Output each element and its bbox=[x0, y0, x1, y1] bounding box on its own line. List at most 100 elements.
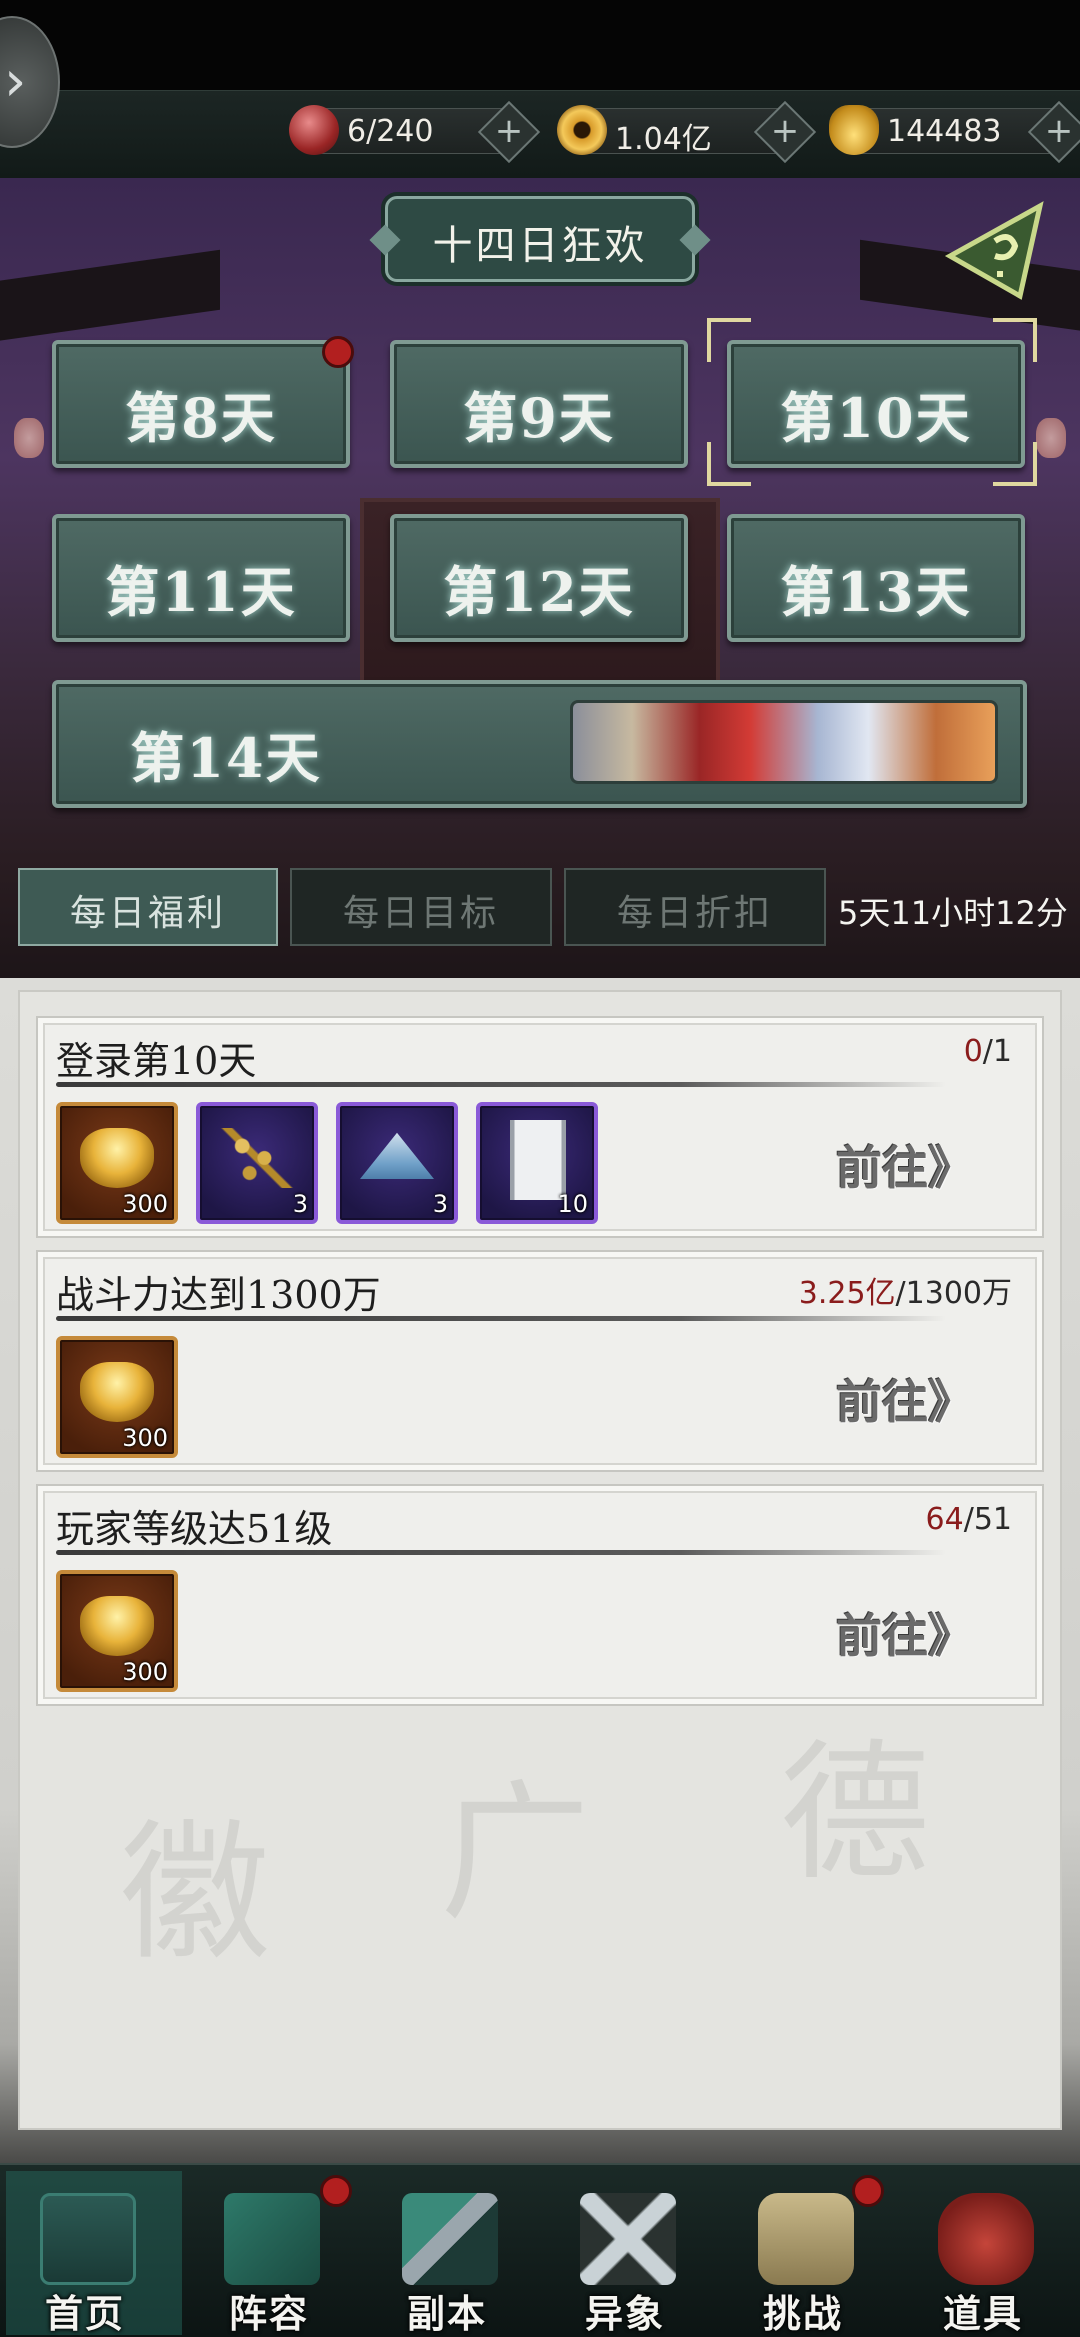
nav-items[interactable]: 道具 bbox=[898, 2165, 1068, 2337]
title-underline bbox=[56, 1082, 946, 1087]
reward-item[interactable]: 300 bbox=[56, 1570, 178, 1692]
background-calligraphy: 广 bbox=[440, 1767, 591, 1941]
day-14-reward-art bbox=[570, 700, 998, 784]
task-progress-current: 0 bbox=[963, 1034, 983, 1069]
item-bag-icon bbox=[938, 2193, 1034, 2285]
guide-icon[interactable] bbox=[940, 196, 1060, 306]
task-title: 玩家等级达51级 bbox=[56, 1507, 333, 1551]
stamina-value: 6/240 bbox=[347, 114, 434, 149]
notification-dot bbox=[322, 336, 354, 368]
day-11-button[interactable]: 第11天 bbox=[52, 514, 350, 642]
home-pavilion-icon bbox=[40, 2193, 136, 2285]
gold-coin-icon bbox=[557, 105, 607, 155]
nav-home[interactable]: 首页 bbox=[0, 2165, 182, 2337]
day-9-button[interactable]: 第9天 bbox=[390, 340, 688, 468]
event-banner: 十四日狂欢 第8天 第9天 第10天 第11天 第12天 第13天 第14天 每… bbox=[0, 178, 1080, 978]
ingot-counter: 144483 + bbox=[829, 100, 1080, 164]
nav-dungeon-label: 副本 bbox=[406, 2291, 487, 2336]
lineup-book-icon bbox=[224, 2193, 320, 2285]
stamina-counter: 6/240 + bbox=[289, 100, 541, 164]
task-progress: 0/1 bbox=[964, 1034, 1012, 1069]
tab-daily-goal-label: 每日目标 bbox=[342, 893, 499, 934]
red-orb-icon bbox=[289, 105, 339, 155]
tab-daily-discount[interactable]: 每日折扣 bbox=[564, 868, 826, 946]
challenge-scroll-icon bbox=[758, 2193, 854, 2285]
reward-quantity: 300 bbox=[122, 1658, 168, 1686]
reward-quantity: 3 bbox=[432, 1190, 448, 1218]
sword-icon bbox=[402, 2193, 498, 2285]
tab-daily-discount-label: 每日折扣 bbox=[616, 893, 773, 934]
task-card: 战斗力达到1300万 3.25亿/1300万 300 前往》 bbox=[36, 1250, 1044, 1472]
goto-button[interactable]: 前往》 bbox=[836, 1600, 976, 1663]
task-progress: 64/51 bbox=[926, 1502, 1012, 1537]
notification-dot bbox=[320, 2175, 352, 2207]
tab-daily-welfare[interactable]: 每日福利 bbox=[18, 868, 278, 946]
nav-challenge-label: 挑战 bbox=[762, 2291, 843, 2336]
nav-anomaly[interactable]: 异象 bbox=[540, 2165, 710, 2337]
event-countdown: 5天11小时12分 bbox=[838, 894, 1068, 932]
nav-home-label: 首页 bbox=[44, 2291, 125, 2336]
coins-value: 1.04亿 bbox=[615, 122, 712, 157]
reward-quantity: 300 bbox=[122, 1424, 168, 1452]
task-progress-current: 64 bbox=[925, 1502, 964, 1537]
bottom-navigation: 首页 阵容 副本 异象 挑战 道具 bbox=[0, 2163, 1080, 2337]
powder-icon bbox=[360, 1132, 434, 1179]
task-progress-total: /1300万 bbox=[895, 1276, 1012, 1311]
reward-quantity: 10 bbox=[557, 1190, 588, 1218]
gold-ingot-icon bbox=[829, 105, 879, 155]
coins-counter: 1.04亿 + bbox=[557, 100, 817, 164]
title-underline bbox=[56, 1550, 946, 1555]
background-roof bbox=[0, 249, 220, 347]
event-title: 十四日狂欢 bbox=[432, 223, 648, 269]
goto-button[interactable]: 前往》 bbox=[836, 1366, 976, 1429]
gold-ingot-icon bbox=[80, 1362, 154, 1422]
day-14-label: 第14天 bbox=[130, 726, 322, 790]
task-title: 战斗力达到1300万 bbox=[56, 1273, 381, 1317]
day-11-label: 第11天 bbox=[105, 560, 297, 624]
task-card: 玩家等级达51级 64/51 300 前往》 bbox=[36, 1484, 1044, 1706]
lantern-decoration bbox=[1036, 418, 1066, 458]
background-calligraphy: 徽 bbox=[120, 1807, 271, 1981]
scroll-icon bbox=[510, 1120, 566, 1200]
task-progress-current: 3.25亿 bbox=[798, 1276, 896, 1311]
day-12-label: 第12天 bbox=[443, 560, 635, 624]
herb-icon bbox=[220, 1128, 294, 1188]
reward-item[interactable]: 3 bbox=[336, 1102, 458, 1224]
day-10-button[interactable]: 第10天 bbox=[727, 340, 1025, 468]
reward-item[interactable]: 10 bbox=[476, 1102, 598, 1224]
task-progress-total: /51 bbox=[963, 1502, 1012, 1537]
gold-ingot-icon bbox=[80, 1596, 154, 1656]
reward-quantity: 3 bbox=[292, 1190, 308, 1218]
day-9-label: 第9天 bbox=[463, 386, 615, 450]
nav-lineup-label: 阵容 bbox=[228, 2291, 309, 2336]
reward-item[interactable]: 300 bbox=[56, 1102, 178, 1224]
task-progress-total: /1 bbox=[982, 1034, 1012, 1069]
nav-items-label: 道具 bbox=[942, 2291, 1023, 2336]
plus-icon: + bbox=[494, 111, 524, 151]
day-12-button[interactable]: 第12天 bbox=[390, 514, 688, 642]
task-card: 登录第10天 0/1 300 3 3 10 前往》 bbox=[36, 1016, 1044, 1238]
task-progress: 3.25亿/1300万 bbox=[799, 1268, 1012, 1312]
title-underline bbox=[56, 1316, 946, 1321]
day-10-label: 第10天 bbox=[780, 386, 972, 450]
nav-dungeon[interactable]: 副本 bbox=[362, 2165, 532, 2337]
reward-item[interactable]: 300 bbox=[56, 1336, 178, 1458]
day-8-button[interactable]: 第8天 bbox=[52, 340, 350, 468]
day-8-label: 第8天 bbox=[125, 386, 277, 450]
notification-dot bbox=[852, 2175, 884, 2207]
resource-bar: › 6/240 + 1.04亿 + 144483 + bbox=[0, 0, 1080, 178]
chevron-right-icon: › bbox=[4, 49, 27, 114]
tab-daily-welfare-label: 每日福利 bbox=[69, 893, 226, 934]
gold-ingot-icon bbox=[80, 1128, 154, 1188]
reward-item[interactable]: 3 bbox=[196, 1102, 318, 1224]
nav-anomaly-label: 异象 bbox=[584, 2291, 665, 2336]
goto-button[interactable]: 前往》 bbox=[836, 1132, 976, 1195]
task-title: 登录第10天 bbox=[56, 1039, 257, 1083]
reward-quantity: 300 bbox=[122, 1190, 168, 1218]
day-13-label: 第13天 bbox=[780, 560, 972, 624]
event-title-plate: 十四日狂欢 bbox=[369, 196, 711, 282]
day-13-button[interactable]: 第13天 bbox=[727, 514, 1025, 642]
tab-daily-goal[interactable]: 每日目标 bbox=[290, 868, 552, 946]
crossed-swords-icon bbox=[580, 2193, 676, 2285]
background-calligraphy: 德 bbox=[780, 1727, 931, 1901]
